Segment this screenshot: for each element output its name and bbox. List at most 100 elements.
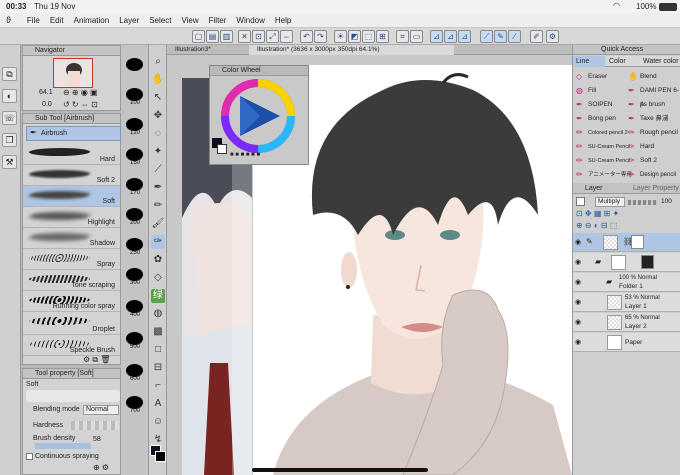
color-wheel[interactable]	[220, 78, 296, 154]
brush-size-8[interactable]: 400	[121, 299, 149, 318]
brush-size-7[interactable]: 300	[121, 267, 149, 286]
undo-icon[interactable]: ↶	[300, 30, 313, 43]
qa-design-pencil-2[interactable]: ✏Design pencil 2	[627, 168, 680, 192]
brush-tool-icon[interactable]: 🖌	[151, 217, 165, 231]
edit-icon[interactable]: ✐	[530, 30, 543, 43]
crop-icon[interactable]: ⌗	[396, 30, 409, 43]
qa-soft-2[interactable]: ✑ Soft 2	[627, 154, 657, 168]
brush-size-9[interactable]: 500	[121, 331, 149, 350]
qa-taxe[interactable]: ✒ Taxe 鼻涕	[627, 112, 669, 126]
snap-icon[interactable]: ⊿	[430, 30, 443, 43]
density-slider[interactable]	[35, 443, 91, 449]
selection-icon[interactable]: ⬚	[362, 30, 375, 43]
menu-help[interactable]: Help	[275, 16, 291, 25]
menu-layer[interactable]: Layer	[119, 16, 139, 25]
continuous-checkbox[interactable]	[26, 453, 33, 460]
eye-icon[interactable]: ◉	[575, 278, 584, 286]
brush-item-droplet[interactable]: Droplet	[23, 312, 120, 335]
operation-tool-icon[interactable]: ↖	[151, 91, 165, 105]
ruler-tool-icon[interactable]: ⌐	[151, 379, 165, 393]
eyedropper-tool-icon[interactable]: ⟋	[151, 163, 165, 177]
decoration-tool-icon[interactable]: ✿	[151, 253, 165, 267]
layer-tool-icons[interactable]: ⊕ ⊖ ◐ ⊟ ⬚	[576, 221, 617, 230]
qa-colored-pencil-2[interactable]: ✏ Colored pencil 2	[575, 126, 628, 140]
qa-dami-pen[interactable]: ✒ DAMI PEN 6-A	[627, 84, 680, 108]
qa-fill[interactable]: ◍ Fill	[575, 84, 596, 98]
brush-size-0[interactable]	[121, 57, 149, 76]
brush-size-4[interactable]: 170	[121, 177, 149, 196]
qa-blend[interactable]: ✋ Blend	[627, 70, 657, 84]
brush-item-highlight[interactable]: Highlight	[23, 207, 120, 228]
color-slot-icons[interactable]: ■ ■ ■ ■ ■ ■	[230, 152, 260, 158]
zoom-controls-icon[interactable]: ⊖ ⊕ ◉ ▣	[63, 88, 98, 97]
palette-icon[interactable]: ◐	[2, 89, 17, 103]
redo-icon[interactable]: ↷	[314, 30, 327, 43]
brush-size-3[interactable]: 150	[121, 147, 149, 166]
auto-select-tool-icon[interactable]: ✦	[151, 145, 165, 159]
subtool-actions-icon[interactable]: ⚙ ⧉ 🗑	[83, 355, 111, 365]
layer-row-paper[interactable]: ◉ Paper	[573, 333, 680, 352]
ruler-icon[interactable]: ⊞	[376, 30, 389, 43]
tools-shortcut-icon[interactable]: ⚒	[2, 155, 17, 169]
layer-row-folder1[interactable]: ◉ ▰ 100 % Normal Folder 1	[573, 273, 680, 292]
layer-toggle-icons[interactable]: ⊡ ✥ ▦ ⊞ ✦	[576, 209, 619, 218]
qa-tab-watercolor[interactable]: Water color	[643, 56, 679, 67]
figure-tool-icon[interactable]: □	[151, 343, 165, 357]
snap3-icon[interactable]: ⊿	[458, 30, 471, 43]
settings-icon[interactable]: ⚙	[546, 30, 559, 43]
qa-bong-pen[interactable]: ✒ Bong pen	[575, 112, 616, 126]
navigator-thumbnail[interactable]	[53, 58, 93, 88]
tab-layer-property[interactable]: Layer Property	[633, 185, 679, 192]
eye-icon[interactable]: ◉	[575, 298, 584, 306]
frame-tool-icon[interactable]: ⊟	[151, 361, 165, 375]
brush-item-soft2[interactable]: Soft 2	[23, 165, 120, 186]
airbrush-tool-icon[interactable]: ✑	[151, 235, 165, 249]
save-icon[interactable]: ▥	[220, 30, 233, 43]
qa-su-cream-pencil-1[interactable]: ✏ SU-Cream Pencil	[575, 140, 630, 154]
layer-row-layer2[interactable]: ◉ 65 % Normal Layer 2	[573, 313, 680, 332]
gallery-icon[interactable]: ⧉	[2, 67, 17, 81]
tab-illustration3[interactable]: Illustration3*	[175, 46, 211, 53]
fit-icon[interactable]: ▭	[410, 30, 423, 43]
blend-tool-icon[interactable]: 绿	[151, 289, 165, 303]
qa-eraser[interactable]: ◇ Eraser	[575, 70, 607, 84]
app-logo-icon[interactable]: ϑ	[6, 15, 11, 25]
move-layer-tool-icon[interactable]: ✥	[151, 109, 165, 123]
angle-value[interactable]: 0.0	[42, 101, 52, 108]
snap2-icon[interactable]: ⊿	[444, 30, 457, 43]
wheel-sub-color[interactable]	[217, 144, 227, 154]
transform-icon[interactable]: ⊡	[252, 30, 265, 43]
blend-mode-select[interactable]: Multiply	[595, 197, 625, 207]
menu-edit[interactable]: Edit	[50, 16, 64, 25]
flip-icon[interactable]: ⇔	[280, 30, 293, 43]
invert-icon[interactable]: ◩	[348, 30, 361, 43]
eraser-tool-icon[interactable]: ◇	[151, 271, 165, 285]
zoom-value[interactable]: 64.1	[39, 89, 53, 96]
eye-icon[interactable]: ◉	[575, 338, 584, 346]
menu-file[interactable]: File	[27, 16, 40, 25]
layer-row-2[interactable]: ◉ ▰	[573, 253, 680, 272]
qa-tab-line[interactable]: Line	[573, 56, 605, 67]
qa-tab-color[interactable]: Color	[609, 56, 626, 67]
lasso-tool-icon[interactable]: ◌	[151, 127, 165, 141]
brush-size-11[interactable]: 700	[121, 395, 149, 414]
pen-snap-icon[interactable]: ✎	[494, 30, 507, 43]
brightness-icon[interactable]: ☀	[334, 30, 347, 43]
sub-color-swatch[interactable]	[155, 451, 166, 462]
ruler-snap-icon[interactable]: ⟋	[480, 30, 493, 43]
qa-ps-brush[interactable]: ✒ ps brush	[627, 98, 665, 112]
menu-filter[interactable]: Filter	[209, 16, 227, 25]
opacity-value[interactable]: 100	[661, 198, 672, 205]
pen-tool-icon[interactable]: ✒	[151, 181, 165, 195]
balloon-tool-icon[interactable]: ☺	[151, 415, 165, 429]
brush-item-spray[interactable]: Spray	[23, 249, 120, 270]
layer-shortcut-icon[interactable]: ❐	[2, 133, 17, 147]
brush-size-5[interactable]: 200	[121, 207, 149, 226]
layer-row-active[interactable]: ◉ ✎ ⛓	[573, 233, 680, 252]
tab-layer[interactable]: Layer	[585, 185, 603, 192]
blending-select[interactable]: Normal	[83, 405, 119, 415]
rotate-controls-icon[interactable]: ↺ ↻ ⇔ ⊡	[63, 100, 98, 109]
brush-size-2[interactable]: 120	[121, 117, 149, 136]
brush-item-running-color-spray[interactable]: Running color spray	[23, 291, 120, 312]
toolprop-actions-icon[interactable]: ⊕ ⚙	[93, 463, 109, 472]
